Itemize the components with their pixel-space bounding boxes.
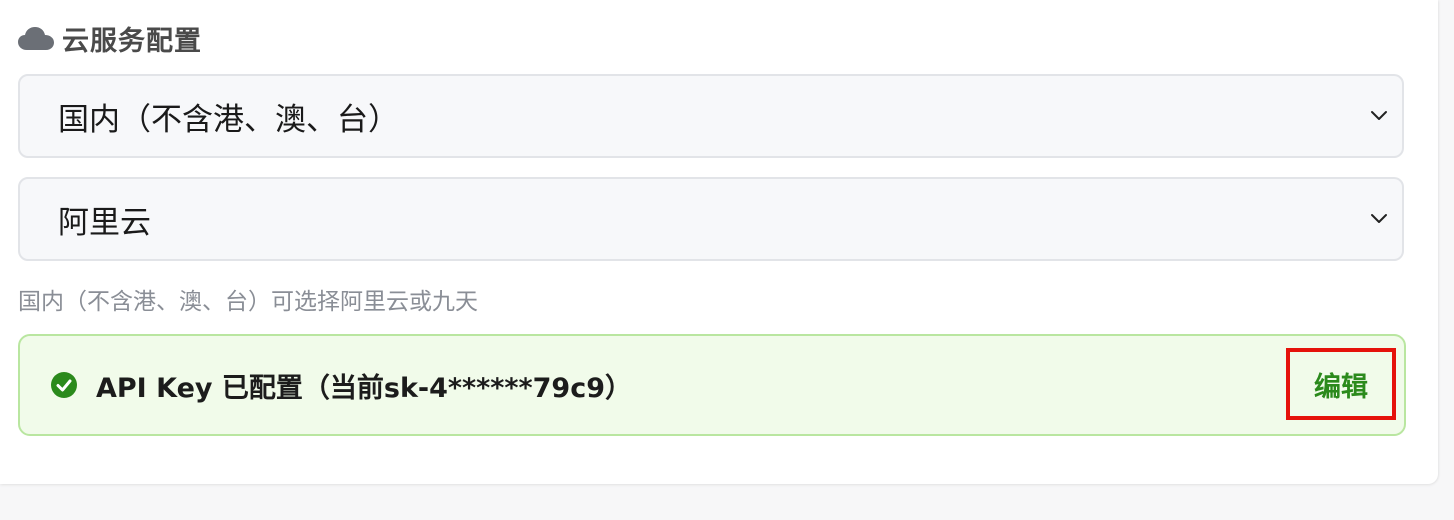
cloud-icon	[18, 25, 54, 51]
chevron-down-icon	[1368, 105, 1390, 127]
cloud-service-panel: 云服务配置 国内（不含港、澳、台） 阿里云 国内（不含港、澳、台）可选择阿里云或…	[0, 0, 1438, 484]
section-title: 云服务配置	[62, 25, 202, 57]
region-select[interactable]: 国内（不含港、澳、台）	[18, 74, 1404, 158]
region-hint: 国内（不含港、澳、台）可选择阿里云或九天	[18, 289, 478, 315]
check-circle-icon	[50, 371, 78, 399]
api-key-status: API Key 已配置（当前sk-4******79c9） 编辑	[18, 334, 1406, 436]
edit-button[interactable]: 编辑	[1286, 348, 1396, 420]
provider-select[interactable]: 阿里云	[18, 177, 1404, 261]
api-key-status-text: API Key 已配置（当前sk-4******79c9）	[96, 373, 632, 404]
provider-select-value: 阿里云	[58, 204, 151, 241]
section-header: 云服务配置	[18, 18, 202, 58]
chevron-down-icon	[1368, 208, 1390, 230]
region-select-value: 国内（不含港、澳、台）	[58, 101, 399, 138]
